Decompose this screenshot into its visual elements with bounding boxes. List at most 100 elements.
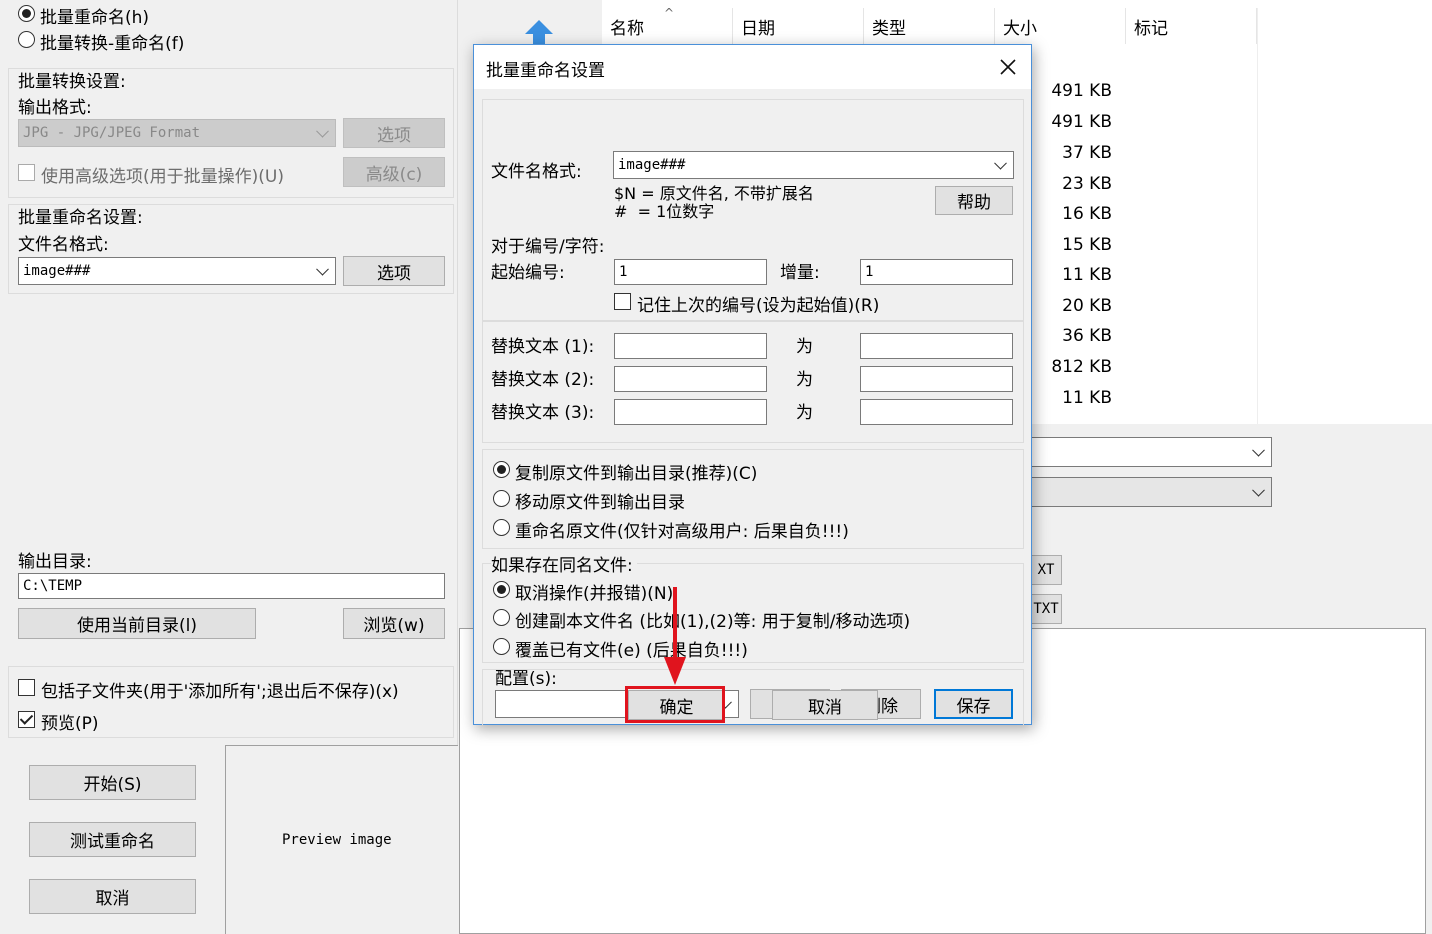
dialog-body: 文件名格式: image### $N = 原文件名, 不带扩展名 # = 1位数… — [474, 89, 1031, 725]
replace-with-label-2: 为 — [796, 370, 813, 390]
dialog-filename-format-value: image### — [618, 157, 686, 173]
filename-format-value: image### — [23, 263, 91, 279]
behind-button-2[interactable]: TXT — [1030, 594, 1062, 624]
behind-select-2[interactable] — [1030, 477, 1272, 507]
rename-options-button[interactable]: 选项 — [343, 256, 445, 286]
dialog-filename-format-label: 文件名格式: — [491, 162, 582, 182]
annotation-arrow-icon — [664, 587, 686, 685]
start-button[interactable]: 开始(S) — [29, 765, 196, 800]
behind-select-1[interactable] — [1030, 437, 1272, 467]
replace-with-input-1[interactable] — [860, 333, 1013, 359]
column-name-label: 名称 — [610, 18, 644, 39]
start-number-label: 起始编号: — [491, 263, 565, 283]
same-copy-radio[interactable] — [493, 609, 510, 626]
replace-with-label-3: 为 — [796, 403, 813, 423]
column-header-type[interactable]: 类型 — [864, 8, 995, 44]
advanced-options-label: 使用高级选项(用于批量操作)(U) — [41, 167, 284, 187]
left-panel: 批量重命名(h) 批量转换-重命名(f) 批量转换设置: 输出格式: JPG -… — [0, 0, 458, 934]
replace-find-input-2[interactable] — [614, 366, 767, 392]
navigate-up-icon[interactable] — [521, 18, 557, 46]
preview-image-box: Preview image — [225, 745, 458, 934]
chevron-down-icon — [316, 124, 329, 138]
move-original-radio[interactable] — [493, 490, 510, 507]
output-format-value: JPG - JPG/JPEG Format — [23, 125, 201, 141]
rename-original-label: 重命名原文件(仅针对高级用户: 后果自负!!!) — [515, 522, 849, 542]
same-overwrite-label: 覆盖已有文件(e) (后果自负!!!) — [515, 641, 748, 661]
copy-original-label: 复制原文件到输出目录(推荐)(C) — [515, 464, 758, 484]
batch-rename-label: 批量重命名(h) — [40, 8, 150, 28]
output-format-select[interactable]: JPG - JPG/JPEG Format — [18, 119, 336, 147]
remember-number-label: 记住上次的编号(设为起始值)(R) — [637, 296, 880, 316]
chevron-down-icon — [1252, 483, 1265, 497]
advanced-options-checkbox[interactable] — [18, 164, 35, 181]
format-options-button[interactable]: 选项 — [343, 118, 445, 148]
close-icon[interactable] — [994, 53, 1022, 81]
increment-input[interactable]: 1 — [860, 259, 1013, 285]
replace-label-2: 替换文本 (2): — [491, 370, 595, 390]
sort-ascending-icon: ^ — [664, 6, 675, 20]
behind-button-1[interactable]: XT — [1030, 555, 1062, 585]
replace-label-1: 替换文本 (1): — [491, 337, 595, 357]
same-name-title: 如果存在同名文件: — [491, 551, 637, 576]
rename-settings-title: 批量重命名设置: — [18, 208, 143, 228]
chevron-down-icon — [994, 156, 1007, 170]
same-copy-label: 创建副本文件名 (比如(1),(2)等: 用于复制/移动选项) — [515, 612, 911, 632]
column-header-date[interactable]: 日期 — [733, 8, 864, 44]
column-tag-label: 标记 — [1134, 18, 1168, 39]
numbering-label: 对于编号/字符: — [491, 237, 605, 257]
dialog-cancel-button[interactable]: 取消 — [772, 690, 878, 720]
increment-label: 增量: — [780, 263, 820, 283]
column-type-label: 类型 — [872, 18, 906, 39]
batch-rename-dialog: 批量重命名设置 文件名格式: image### $N = 原文件名, 不带扩展名… — [473, 44, 1032, 725]
preview-label: 预览(P) — [41, 714, 99, 734]
rename-original-radio[interactable] — [493, 519, 510, 536]
include-subfolders-label: 包括子文件夹(用于'添加所有';退出后不保存)(x) — [41, 682, 399, 702]
replace-label-3: 替换文本 (3): — [491, 403, 595, 423]
replace-find-input-3[interactable] — [614, 399, 767, 425]
filename-format-select[interactable]: image### — [18, 257, 336, 285]
tag-column-divider — [1257, 8, 1258, 424]
output-dir-input[interactable]: C:\TEMP — [18, 573, 445, 599]
column-header-tag[interactable]: 标记 — [1126, 8, 1257, 44]
cancel-button[interactable]: 取消 — [29, 879, 196, 914]
batch-convert-rename-label: 批量转换-重命名(f) — [40, 34, 185, 54]
same-cancel-label: 取消操作(并报错)(N) — [515, 584, 674, 604]
dialog-title: 批量重命名设置 — [486, 61, 605, 81]
copy-original-radio[interactable] — [493, 461, 510, 478]
save-button[interactable]: 保存 — [934, 689, 1013, 719]
batch-convert-rename-radio[interactable] — [18, 31, 35, 48]
move-original-label: 移动原文件到输出目录 — [515, 493, 685, 513]
advanced-button[interactable]: 高级(c) — [343, 157, 445, 187]
include-subfolders-checkbox[interactable] — [18, 679, 35, 696]
preview-checkbox[interactable] — [18, 711, 35, 728]
convert-settings-title: 批量转换设置: — [18, 72, 126, 92]
chevron-down-icon — [316, 262, 329, 276]
start-number-input[interactable]: 1 — [614, 259, 767, 285]
same-overwrite-radio[interactable] — [493, 638, 510, 655]
dialog-filename-format-select[interactable]: image### — [613, 151, 1014, 179]
browse-button[interactable]: 浏览(w) — [343, 608, 445, 639]
hint-line-1: $N = 原文件名, 不带扩展名 — [614, 184, 814, 203]
remember-number-checkbox[interactable] — [614, 293, 631, 310]
replace-with-label-1: 为 — [796, 337, 813, 357]
filename-format-label: 文件名格式: — [18, 235, 109, 255]
same-cancel-radio[interactable] — [493, 581, 510, 598]
test-rename-button[interactable]: 测试重命名 — [29, 822, 196, 857]
format-hint: $N = 原文件名, 不带扩展名 # = 1位数字 — [614, 185, 814, 221]
output-dir-label: 输出目录: — [18, 552, 92, 572]
use-current-dir-button[interactable]: 使用当前目录(l) — [18, 608, 256, 639]
output-format-label: 输出格式: — [18, 98, 92, 118]
chevron-down-icon — [1252, 443, 1265, 457]
hint-line-2: # = 1位数字 — [614, 202, 715, 221]
help-button[interactable]: 帮助 — [935, 186, 1013, 215]
config-label: 配置(s): — [495, 669, 557, 689]
column-header-name[interactable]: 名称 ^ — [602, 6, 733, 44]
replace-find-input-1[interactable] — [614, 333, 767, 359]
preview-image-text: Preview image — [282, 832, 392, 848]
batch-rename-radio[interactable] — [18, 5, 35, 22]
highlight-box — [625, 686, 725, 723]
dialog-titlebar: 批量重命名设置 — [474, 45, 1031, 89]
column-date-label: 日期 — [741, 18, 775, 39]
replace-with-input-3[interactable] — [860, 399, 1013, 425]
replace-with-input-2[interactable] — [860, 366, 1013, 392]
